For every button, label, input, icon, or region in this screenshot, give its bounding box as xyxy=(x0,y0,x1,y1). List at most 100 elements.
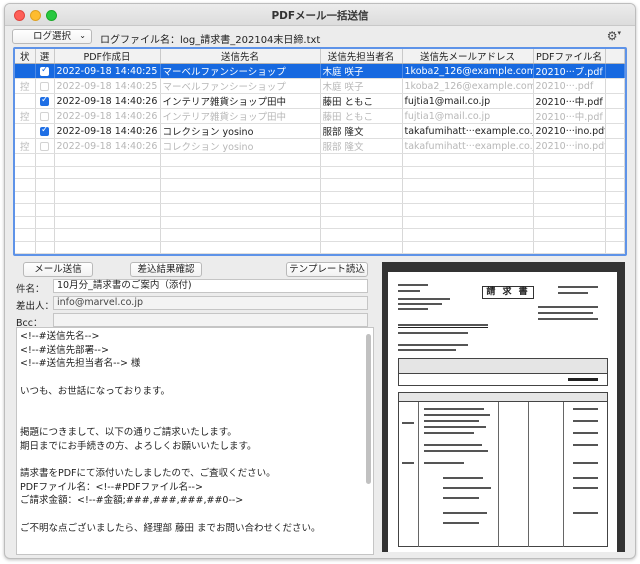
body-line: <!--#送信先担当者名--> 様 xyxy=(20,358,141,370)
empty-cell xyxy=(15,228,36,242)
table-row[interactable]: 2022-09-18 14:40:25マーベルファンシーショップ木庭 咲子1ko… xyxy=(15,63,625,79)
load-template-button[interactable]: テンプレート読込 xyxy=(286,262,368,277)
cell-extra xyxy=(605,123,625,139)
empty-cell xyxy=(402,166,534,179)
empty-cell xyxy=(605,178,625,192)
empty-cell xyxy=(605,166,625,179)
empty-cell xyxy=(15,178,36,192)
chevron-down-icon: ⌄ xyxy=(79,31,86,40)
empty-cell xyxy=(160,178,321,192)
cell-email: 1koba2_126@example.com xyxy=(402,78,534,94)
check-merge-button[interactable]: 差込結果確認 xyxy=(130,262,202,277)
table-row[interactable] xyxy=(15,203,625,217)
cell-select[interactable] xyxy=(35,123,55,139)
log-file-label: ログファイル名： xyxy=(100,35,180,46)
column-header-contact[interactable]: 送信先担当者名 xyxy=(320,49,403,64)
body-line: 請求書をPDFにて添付いたしましたので、ご査収ください。 xyxy=(20,467,276,479)
body-scrollbar[interactable] xyxy=(366,334,371,484)
select-checkbox[interactable] xyxy=(40,81,49,91)
cell-select[interactable] xyxy=(35,108,55,124)
mail-list-table[interactable]: 状 選 PDF作成日 送信先名 送信先担当者名 送信先メールアドレス PDFファ… xyxy=(13,47,627,256)
log-file-name: log_請求書_202104末日締.txt xyxy=(180,35,321,46)
select-checkbox[interactable] xyxy=(40,95,49,106)
empty-cell xyxy=(402,228,534,242)
table-row[interactable] xyxy=(15,153,625,167)
subject-field[interactable]: 10月分_請求書のご案内（添付) xyxy=(53,279,368,293)
column-header-status[interactable]: 状 xyxy=(15,49,36,64)
body-line: 期日までにお手続きの方、よろしくお願いいたします。 xyxy=(20,440,257,452)
cell-pdf-date: 2022-09-18 14:40:25 xyxy=(54,78,161,94)
body-line: いつも、お世話になっております。 xyxy=(20,385,171,397)
settings-menu-button[interactable]: ⚙▾ xyxy=(607,29,621,43)
cell-email: takafumihatt···example.co.jp xyxy=(402,123,534,139)
table-header-row: 状 選 PDF作成日 送信先名 送信先担当者名 送信先メールアドレス PDFファ… xyxy=(15,49,625,64)
log-select-button[interactable]: ログ選択 ⌄ xyxy=(12,29,92,44)
toolbar: ログ選択 ⌄ ログファイル名：log_請求書_202104末日締.txt ⚙▾ xyxy=(5,26,635,46)
body-line xyxy=(20,412,370,426)
empty-cell xyxy=(35,166,55,179)
cell-pdf-file: 20210···ino.pdf xyxy=(533,123,606,139)
body-line xyxy=(20,371,370,385)
table-row[interactable]: 控 2022-09-18 14:40:26 コレクション yosino 服部 隆文 ta… xyxy=(15,138,625,154)
cell-status xyxy=(15,93,36,109)
cell-select[interactable] xyxy=(35,63,55,79)
empty-cell xyxy=(320,191,403,204)
select-checkbox[interactable] xyxy=(40,141,49,151)
table-row[interactable]: 2022-09-18 14:40:26コレクション yosino服部 隆文tak… xyxy=(15,123,625,139)
body-line xyxy=(20,549,370,554)
cell-select[interactable] xyxy=(35,93,55,109)
column-header-recipient[interactable]: 送信先名 xyxy=(160,49,321,64)
empty-cell xyxy=(533,166,606,179)
empty-cell xyxy=(605,241,625,254)
empty-cell xyxy=(320,216,403,229)
subject-label: 件名： xyxy=(16,284,45,295)
column-header-select[interactable]: 選 xyxy=(35,49,55,64)
column-header-pdf-file[interactable]: PDFファイル名 xyxy=(533,49,606,64)
table-row[interactable]: 控 2022-09-18 14:40:26 インテリア雑貨ショップ田中 藤田 ともこ f… xyxy=(15,108,625,124)
table-row[interactable] xyxy=(15,228,625,242)
cell-email: takafumihatt···example.co.jp xyxy=(402,138,534,154)
cell-select[interactable] xyxy=(35,78,55,94)
empty-cell xyxy=(54,166,161,179)
gear-icon: ⚙ xyxy=(606,29,618,43)
cell-pdf-file: 20210···中.pdf xyxy=(533,108,606,124)
body-line: ご不明な点ございましたら、経理部 藤田 までお問い合わせください。 xyxy=(20,522,321,534)
body-line: <!--#送信先名--> xyxy=(20,331,100,342)
empty-cell xyxy=(605,191,625,204)
body-line xyxy=(20,508,370,522)
table-row[interactable]: 控 2022-09-18 14:40:25 マーベルファンシーショップ 木庭 咲子 1k… xyxy=(15,78,625,94)
cell-pdf-date: 2022-09-18 14:40:25 xyxy=(54,63,161,79)
select-checkbox[interactable] xyxy=(40,65,49,76)
body-line: PDFファイル名：<!--#PDFファイル名--> xyxy=(20,481,203,493)
empty-cell xyxy=(402,178,534,192)
empty-cell xyxy=(533,216,606,229)
column-header-pdf-date[interactable]: PDF作成日 xyxy=(54,49,161,64)
cell-email: fujtia1@mail.co.jp xyxy=(402,93,534,109)
cell-select[interactable] xyxy=(35,138,55,154)
bcc-field[interactable] xyxy=(53,313,368,327)
column-header-email[interactable]: 送信先メールアドレス xyxy=(402,49,534,64)
cell-contact: 服部 隆文 xyxy=(320,123,403,139)
empty-cell xyxy=(15,216,36,229)
mail-body-editor[interactable]: <!--#送信先名--> <!--#送信先部署--> <!--#送信先担当者名-->… xyxy=(16,327,374,555)
table-row[interactable] xyxy=(15,166,625,179)
empty-cell xyxy=(605,153,625,167)
from-field[interactable]: info@marvel.co.jp xyxy=(53,296,368,310)
body-line xyxy=(20,535,370,549)
empty-cell xyxy=(533,228,606,242)
table-row[interactable] xyxy=(15,241,625,254)
select-checkbox[interactable] xyxy=(40,125,49,136)
table-row[interactable] xyxy=(15,178,625,192)
table-row[interactable]: 2022-09-18 14:40:26インテリア雑貨ショップ田中藤田 ともこfu… xyxy=(15,93,625,109)
empty-cell xyxy=(160,203,321,217)
select-checkbox[interactable] xyxy=(40,111,49,121)
table-row[interactable] xyxy=(15,191,625,204)
send-mail-button[interactable]: メール送信 xyxy=(23,262,93,277)
empty-cell xyxy=(402,153,534,167)
empty-cell xyxy=(320,241,403,254)
empty-cell xyxy=(15,241,36,254)
empty-cell xyxy=(35,216,55,229)
table-row[interactable] xyxy=(15,216,625,229)
empty-cell xyxy=(533,153,606,167)
empty-cell xyxy=(54,241,161,254)
